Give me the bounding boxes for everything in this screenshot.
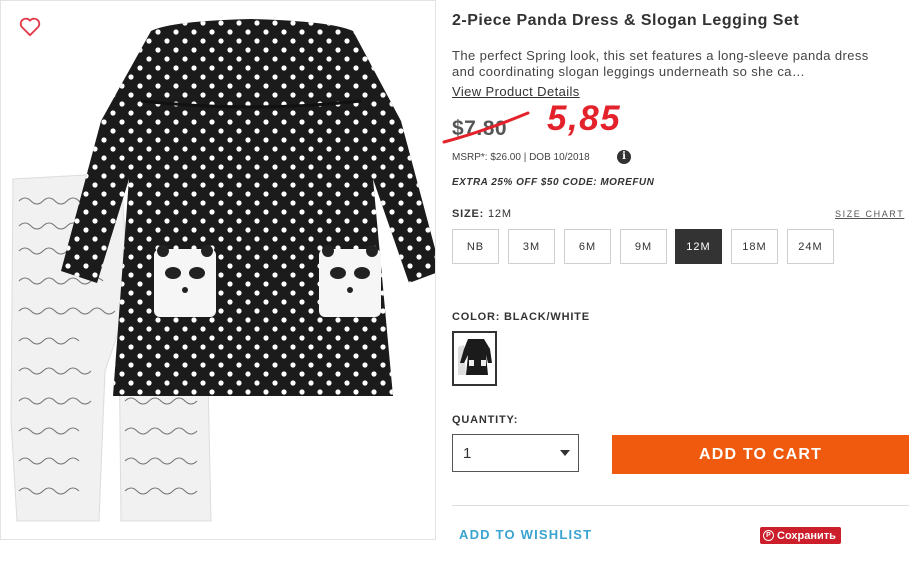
dress-illustration	[61, 19, 435, 396]
product-image[interactable]	[1, 1, 436, 540]
product-title: 2-Piece Panda Dress & Slogan Legging Set	[452, 12, 800, 29]
product-description: The perfect Spring look, this set featur…	[452, 48, 869, 79]
handwritten-sale-price: 5,85	[547, 99, 622, 138]
favorite-heart-icon[interactable]	[19, 17, 41, 37]
info-icon[interactable]: i	[617, 150, 631, 164]
size-label: SIZE: 12M	[452, 208, 512, 220]
price-strikethrough	[442, 111, 530, 144]
promo-code-text: EXTRA 25% OFF $50 CODE: MOREFUN	[452, 177, 655, 188]
size-chart-link[interactable]: SIZE CHART	[835, 209, 904, 219]
size-option-9m[interactable]: 9M	[620, 229, 667, 264]
add-to-wishlist-link[interactable]: ADD TO WISHLIST	[459, 527, 592, 542]
add-to-cart-button[interactable]: ADD TO CART	[612, 435, 909, 474]
size-label-prefix: SIZE:	[452, 208, 485, 220]
quantity-label: QUANTITY:	[452, 414, 519, 426]
size-option-nb[interactable]: NB	[452, 229, 499, 264]
pinterest-icon: P	[763, 530, 774, 541]
panda-pocket-right	[319, 245, 381, 317]
divider	[452, 505, 909, 506]
panda-outfit-swatch-icon	[456, 335, 493, 382]
msrp-text: MSRP*: $26.00 | DOB 10/2018	[452, 152, 590, 163]
product-image-panel	[0, 0, 436, 540]
size-option-24m[interactable]: 24M	[787, 229, 834, 264]
selected-size-value: 12M	[487, 208, 512, 220]
view-product-details-link[interactable]: View Product Details	[452, 84, 580, 99]
panda-pocket-left	[154, 245, 216, 317]
chevron-down-icon	[560, 450, 570, 456]
size-option-18m[interactable]: 18M	[731, 229, 778, 264]
color-swatch-black-white[interactable]	[452, 331, 497, 386]
quantity-select[interactable]: 1	[452, 434, 579, 472]
color-label: COLOR: BLACK/WHITE	[452, 311, 590, 323]
pinterest-save-button[interactable]: P Сохранить	[760, 527, 841, 544]
save-button-label: Сохранить	[777, 529, 836, 542]
size-option-12m[interactable]: 12M	[675, 229, 722, 264]
size-option-6m[interactable]: 6M	[564, 229, 611, 264]
quantity-value: 1	[463, 444, 472, 462]
size-option-3m[interactable]: 3M	[508, 229, 555, 264]
